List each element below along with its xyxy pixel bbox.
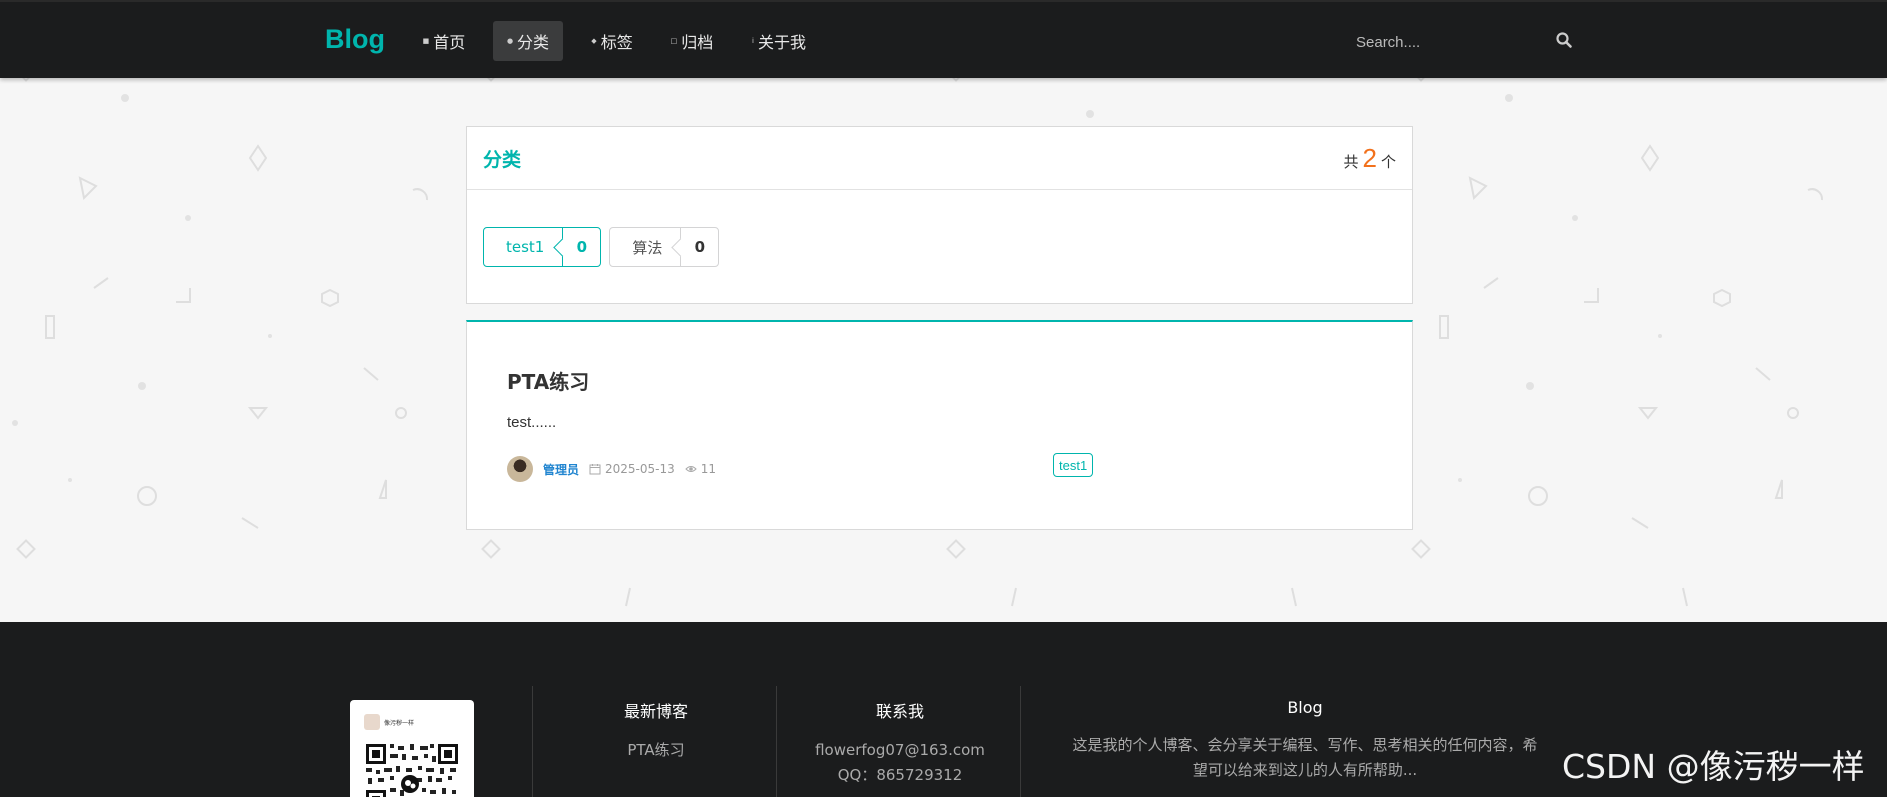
clone-icon: □ xyxy=(670,37,678,45)
footer-latest-heading: 最新博客 xyxy=(623,702,688,721)
category-count: 0 xyxy=(562,228,600,266)
footer-contact: 联系我 flowerfog07@163.com QQ：865729312 xyxy=(790,698,1010,788)
footer-contact-email: flowerfog07@163.com xyxy=(815,741,985,759)
qr-header: 像污秽一样 xyxy=(364,714,414,730)
category-label-test1[interactable]: test1 0 xyxy=(483,227,602,267)
qr-caption: 像污秽一样 xyxy=(384,720,415,727)
post-author[interactable]: 管理员 xyxy=(543,461,579,478)
qr-code-image xyxy=(366,744,458,797)
wechat-qr-card: 像污秽一样 xyxy=(350,700,474,797)
post-views-count: 11 xyxy=(700,462,717,476)
nav-archive[interactable]: □ 归档 xyxy=(664,21,720,61)
nav-home[interactable]: ■ 首页 xyxy=(416,21,472,61)
footer-contact-qq: QQ：865729312 xyxy=(837,766,963,784)
categories-card: 分类 共 2 个 test1 0 算法 0 xyxy=(466,126,1413,304)
search-icon[interactable] xyxy=(1555,31,1573,54)
post-date-text: 2025-05-13 xyxy=(605,462,675,476)
nav-home-label: 首页 xyxy=(433,33,466,52)
post-card: PTA练习 test...... 管理员 2025-05-13 11 test1 xyxy=(466,320,1413,530)
site-logo[interactable]: Blog xyxy=(325,24,385,55)
qr-avatar xyxy=(364,714,380,730)
footer-contact-heading: 联系我 xyxy=(875,702,924,721)
search-icon-graphic xyxy=(1556,31,1572,48)
nav-tags-label: 标签 xyxy=(600,33,633,52)
footer-divider xyxy=(1020,686,1021,797)
category-name: test1 xyxy=(506,238,545,256)
nav-about-label: 关于我 xyxy=(757,33,806,52)
categories-title: 分类 xyxy=(483,148,522,171)
footer-divider xyxy=(776,686,777,797)
category-label-algorithm[interactable]: 算法 0 xyxy=(609,227,720,267)
count-prefix: 共 xyxy=(1343,152,1359,171)
post-tag[interactable]: test1 xyxy=(1053,453,1094,477)
categories-count: 共 2 个 xyxy=(1344,143,1397,174)
info-icon: i xyxy=(752,37,754,45)
post-date: 2025-05-13 xyxy=(589,462,675,476)
nav-tags[interactable]: ◆ 标签 xyxy=(584,21,640,61)
home-icon: ■ xyxy=(422,37,430,45)
nav-archive-label: 归档 xyxy=(681,33,714,52)
footer-divider xyxy=(532,686,533,797)
count-suffix: 个 xyxy=(1380,152,1396,171)
footer-about-line1: 这是我的个人博客、会分享关于编程、写作、思考相关的任何内容，希 xyxy=(1072,736,1538,754)
footer-about: Blog 这是我的个人博客、会分享关于编程、写作、思考相关的任何内容，希 望可以… xyxy=(1040,698,1570,783)
footer-latest-blogs: 最新博客 PTA练习 xyxy=(556,698,756,763)
footer-about-line2: 望可以给来到这儿的人有所帮助... xyxy=(1192,761,1418,779)
footer-latest-item[interactable]: PTA练习 xyxy=(556,738,756,763)
post-views: 11 xyxy=(685,462,716,476)
calendar-icon xyxy=(589,464,601,475)
category-count: 0 xyxy=(680,228,718,266)
avatar xyxy=(507,456,533,482)
post-excerpt: test...... xyxy=(507,414,557,431)
count-number: 2 xyxy=(1362,142,1377,173)
nav-categories-label: 分类 xyxy=(517,33,550,52)
tags-icon: ◆ xyxy=(591,37,597,45)
eye-icon xyxy=(685,466,697,472)
categories-header: 分类 共 2 个 xyxy=(467,127,1412,190)
top-navbar: Blog ■ 首页 ● 分类 ◆ 标签 □ 归档 i 关于我 xyxy=(0,0,1887,78)
category-labels: test1 0 算法 0 xyxy=(483,227,720,267)
nav-categories[interactable]: ● 分类 xyxy=(493,21,563,61)
search-input[interactable] xyxy=(1356,33,1555,51)
search-box xyxy=(1356,28,1572,56)
post-meta: 管理员 2025-05-13 11 xyxy=(507,456,716,482)
csdn-watermark: CSDN @像污秽一样 xyxy=(1562,747,1865,786)
footer-about-heading: Blog xyxy=(1287,698,1323,717)
post-title[interactable]: PTA练习 xyxy=(507,366,589,395)
idea-icon: ● xyxy=(506,37,514,45)
nav-about[interactable]: i 关于我 xyxy=(746,21,812,61)
